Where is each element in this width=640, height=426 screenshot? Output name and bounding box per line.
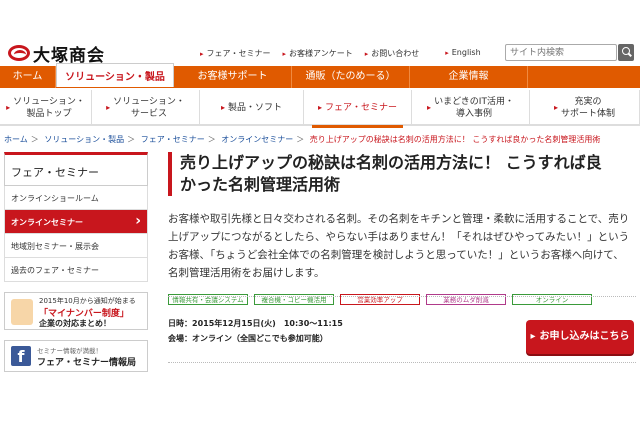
- apply-button[interactable]: ▸ お申し込みはこちら: [526, 320, 634, 354]
- subnav-case-studies[interactable]: ▸ いまどきのIT活用・ 導入事例: [412, 90, 530, 126]
- nav-company[interactable]: 企業情報: [410, 66, 528, 88]
- breadcrumb-seminar[interactable]: フェア・セミナー: [141, 135, 205, 144]
- subnav-solutions-top[interactable]: ▸ ソリューション・ 製品トップ: [0, 90, 92, 126]
- banner-text: 企業の対応まとめ！: [39, 319, 111, 328]
- sub-nav: ▸ ソリューション・ 製品トップ ▸ ソリューション・ サービス ▸ 製品・ソフト ▸ フェ…: [0, 90, 640, 128]
- arrow-right-icon: ▸: [106, 103, 111, 112]
- company-logo[interactable]: 大塚商会: [8, 42, 105, 66]
- top-bar: 大塚商会 ▸ フェア・セミナー ▸ お客様アンケート ▸ お問い合わせ ▸ Englis…: [0, 0, 640, 66]
- sidebar-item-online-seminar[interactable]: オンラインセミナー: [4, 210, 148, 234]
- sidebar: フェア・セミナー オンラインショールーム オンラインセミナー 地域別セミナー・展…: [4, 152, 148, 372]
- arrow-right-icon: ▸: [364, 50, 369, 58]
- mynumber-banner[interactable]: 2015年10月から通知が始まる 「マイナンバー制度」 企業の対応まとめ！: [4, 292, 148, 330]
- breadcrumb-online-seminar[interactable]: オンラインセミナー: [221, 135, 293, 144]
- arrow-right-icon: ▸: [6, 103, 11, 112]
- sidebar-item-past-seminar[interactable]: 過去のフェア・セミナー: [4, 258, 148, 282]
- breadcrumb: ホーム＞ ソリューション・製品＞ フェア・セミナー＞ オンラインセミナー＞ 売り…: [4, 135, 601, 144]
- divider: [168, 362, 636, 363]
- util-link-survey[interactable]: ▸ お客様アンケート: [283, 48, 353, 59]
- subnav-support-system[interactable]: ▸ 充実の サポート体制: [530, 90, 640, 126]
- breadcrumb-current: 売り上げアップの秘訣は名刺の活用方法に！ こうすれば良かった名刺管理活用術: [309, 135, 601, 144]
- subnav-services[interactable]: ▸ ソリューション・ サービス: [92, 90, 200, 126]
- breadcrumb-home[interactable]: ホーム: [4, 135, 28, 144]
- arrow-right-icon: ▸: [553, 103, 558, 112]
- arrow-right-icon: ▸: [220, 103, 225, 112]
- nav-tanomeru[interactable]: 通販（たのめーる）: [292, 66, 410, 88]
- main-content: 売り上げアップの秘訣は名刺の活用方法に！ こうすれば良 かった名刺管理活用術 お…: [168, 152, 636, 363]
- page-title: 売り上げアップの秘訣は名刺の活用方法に！ こうすれば良 かった名刺管理活用術: [168, 152, 636, 196]
- arrow-right-icon: ▸: [427, 103, 432, 112]
- seminar-description: お客様や取引先様と日々交わされる名刺。その名刺をキチンと管理・柔軟に活用すること…: [168, 213, 630, 279]
- banner-caption: 2015年10月から通知が始まる: [39, 297, 136, 305]
- breadcrumb-solutions[interactable]: ソリューション・製品: [44, 135, 124, 144]
- logo-text: 大塚商会: [33, 45, 105, 66]
- util-link-seminar[interactable]: ▸ フェア・セミナー: [200, 48, 271, 59]
- facebook-banner[interactable]: f セミナー情報が満載！ フェア・セミナー情報局: [4, 340, 148, 372]
- utility-nav: ▸ フェア・セミナー ▸ お客様アンケート ▸ お問い合わせ ▸ English: [200, 48, 493, 59]
- sidebar-title: フェア・セミナー: [4, 152, 148, 186]
- search-icon[interactable]: [618, 44, 634, 61]
- facebook-icon: f: [11, 346, 31, 366]
- logo-icon: [8, 45, 30, 61]
- subnav-products[interactable]: ▸ 製品・ソフト: [200, 90, 304, 126]
- util-link-english[interactable]: ▸ English: [445, 48, 480, 59]
- document-icon: [11, 299, 33, 325]
- banner-caption: セミナー情報が満載！: [37, 347, 102, 355]
- nav-home[interactable]: ホーム: [0, 66, 56, 88]
- subnav-seminar[interactable]: ▸ フェア・セミナー: [304, 90, 412, 128]
- arrow-right-icon: ▸: [317, 103, 322, 112]
- util-link-contact[interactable]: ▸ お問い合わせ: [365, 48, 420, 59]
- arrow-right-icon: ▸: [282, 50, 287, 58]
- arrow-right-icon: ▸: [445, 49, 449, 57]
- main-nav: ホーム ソリューション・製品 お客様サポート 通販（たのめーる） 企業情報: [0, 63, 640, 88]
- sidebar-item-online-showroom[interactable]: オンラインショールーム: [4, 186, 148, 210]
- arrow-right-icon: ▸: [530, 331, 536, 342]
- divider: [168, 296, 636, 297]
- nav-support[interactable]: お客様サポート: [174, 66, 292, 88]
- nav-solutions[interactable]: ソリューション・製品: [56, 63, 174, 87]
- search-input[interactable]: [505, 44, 617, 61]
- arrow-right-icon: ▸: [200, 50, 204, 58]
- sidebar-item-regional-seminar[interactable]: 地域別セミナー・展示会: [4, 234, 148, 258]
- banner-text: フェア・セミナー情報局: [37, 358, 137, 368]
